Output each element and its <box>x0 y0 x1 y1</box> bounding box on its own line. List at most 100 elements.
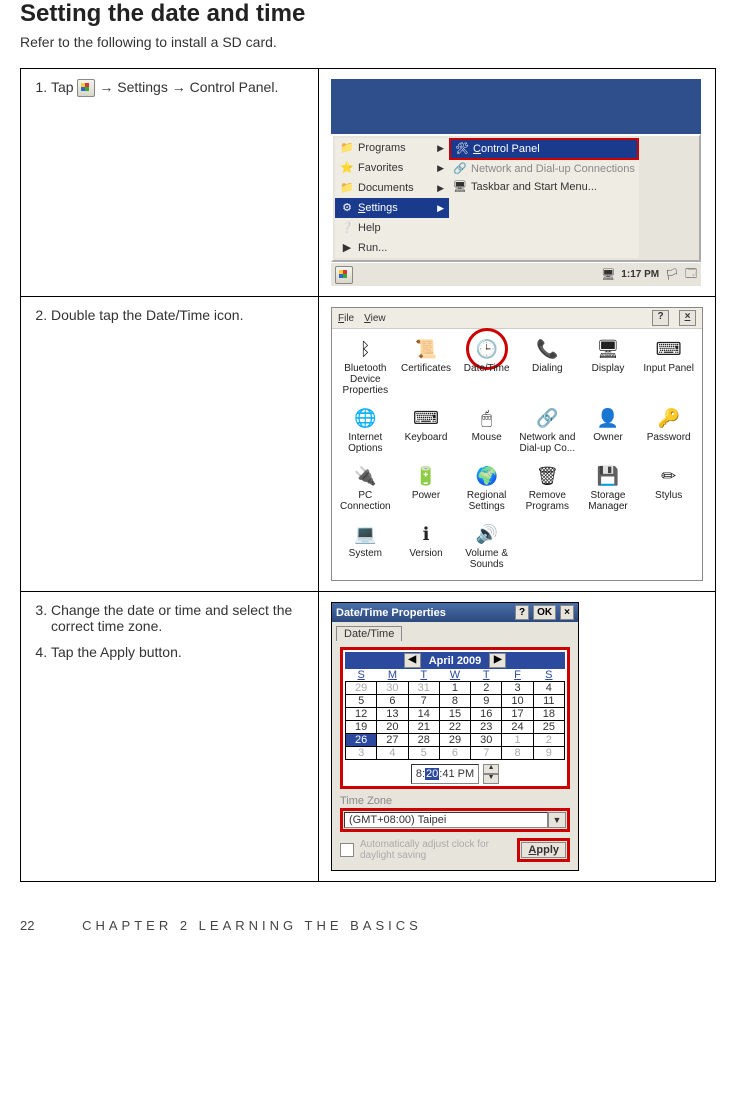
cal-day[interactable]: 8 <box>439 695 470 708</box>
dst-checkbox[interactable] <box>340 843 354 857</box>
submenu-taskbar[interactable]: 🖥Taskbar and Start Menu... <box>449 178 639 196</box>
submenu-network[interactable]: 🔗Network and Dial-up Connections <box>449 160 639 178</box>
menu-help[interactable]: ❔Help <box>335 218 449 238</box>
cal-day[interactable]: 8 <box>502 747 533 760</box>
cal-day[interactable]: 9 <box>471 695 502 708</box>
time-spin-up[interactable]: ▲ <box>483 764 499 774</box>
cal-day[interactable]: 3 <box>346 747 377 760</box>
taskbar-start-icon[interactable] <box>335 266 353 284</box>
cp-item-bluetooth-device-properties[interactable]: ᛒBluetooth Device Properties <box>336 335 395 396</box>
cal-day[interactable]: 4 <box>377 747 408 760</box>
cal-day[interactable]: 2 <box>471 682 502 695</box>
cal-day[interactable]: 6 <box>377 695 408 708</box>
cal-day[interactable]: 20 <box>377 721 408 734</box>
cal-day[interactable]: 12 <box>346 708 377 721</box>
instruction-table: Tap → Settings → Control Panel. 📁Program… <box>20 68 716 882</box>
cp-item-display[interactable]: 🖥Display <box>579 335 638 396</box>
cal-day[interactable]: 24 <box>502 721 533 734</box>
submenu-control-panel[interactable]: 🛠Control Panel <box>449 138 639 160</box>
menu-documents[interactable]: 📁Documents▶ <box>335 178 449 198</box>
cp-item-dialing[interactable]: 📞Dialing <box>518 335 577 396</box>
help-button[interactable]: ? <box>652 310 669 326</box>
cal-day[interactable]: 5 <box>408 747 439 760</box>
cp-item-version[interactable]: ℹVersion <box>397 520 456 570</box>
cp-item-owner[interactable]: 👤Owner <box>579 404 638 454</box>
cal-day[interactable]: 18 <box>533 708 564 721</box>
apply-button[interactable]: Apply <box>521 842 566 858</box>
cal-prev-month[interactable]: ◀ <box>404 653 421 668</box>
tab-datetime[interactable]: Date/Time <box>336 626 402 641</box>
cal-day[interactable]: 10 <box>502 695 533 708</box>
cp-item-keyboard[interactable]: ⌨Keyboard <box>397 404 456 454</box>
cal-day[interactable]: 5 <box>346 695 377 708</box>
time-input[interactable]: 8:20:41 PM <box>411 764 479 784</box>
cal-day[interactable]: 23 <box>471 721 502 734</box>
cal-day[interactable]: 16 <box>471 708 502 721</box>
cp-menu-view[interactable]: View <box>364 313 386 324</box>
timezone-select[interactable]: (GMT+08:00) Taipei <box>344 812 548 828</box>
calendar-grid[interactable]: SMTWTFS 29303112345678910111213141516171… <box>345 669 565 760</box>
cal-day[interactable]: 21 <box>408 721 439 734</box>
show-desktop-icon[interactable]: 🗔 <box>685 265 697 284</box>
cal-next-month[interactable]: ▶ <box>489 653 506 668</box>
close-button[interactable]: × <box>679 310 696 326</box>
cal-day[interactable]: 29 <box>346 682 377 695</box>
cal-day[interactable]: 14 <box>408 708 439 721</box>
cp-item-stylus[interactable]: ✏Stylus <box>639 462 698 512</box>
cp-icon: 🔗 <box>533 404 561 432</box>
dialog-help-button[interactable]: ? <box>515 605 529 620</box>
cal-day[interactable]: 28 <box>408 734 439 747</box>
cp-label: PC Connection <box>336 490 395 512</box>
cal-day[interactable]: 1 <box>439 682 470 695</box>
cp-item-power[interactable]: 🔋Power <box>397 462 456 512</box>
cal-day[interactable]: 15 <box>439 708 470 721</box>
cp-item-network-and-dial-up-co[interactable]: 🔗Network and Dial-up Co... <box>518 404 577 454</box>
cp-item-certificates[interactable]: 📜Certificates <box>397 335 456 396</box>
cp-item-system[interactable]: 💻System <box>336 520 395 570</box>
menu-favorites[interactable]: ⭐Favorites▶ <box>335 158 449 178</box>
cal-day[interactable]: 22 <box>439 721 470 734</box>
cal-day[interactable]: 30 <box>471 734 502 747</box>
page-heading: Setting the date and time <box>20 0 716 28</box>
cp-item-input-panel[interactable]: ⌨Input Panel <box>639 335 698 396</box>
cal-day[interactable]: 25 <box>533 721 564 734</box>
cal-day[interactable]: 17 <box>502 708 533 721</box>
cal-day[interactable]: 29 <box>439 734 470 747</box>
cal-day[interactable]: 26 <box>346 734 377 747</box>
cal-day[interactable]: 19 <box>346 721 377 734</box>
cal-day[interactable]: 13 <box>377 708 408 721</box>
cp-label: Mouse <box>472 432 502 443</box>
cp-item-storage-manager[interactable]: 💾Storage Manager <box>579 462 638 512</box>
cal-day[interactable]: 7 <box>471 747 502 760</box>
cal-day[interactable]: 3 <box>502 682 533 695</box>
menu-programs[interactable]: 📁Programs▶ <box>335 138 449 158</box>
cp-item-volume-sounds[interactable]: 🔊Volume & Sounds <box>457 520 516 570</box>
cal-day[interactable]: 27 <box>377 734 408 747</box>
cp-icon: ℹ <box>412 520 440 548</box>
cal-day[interactable]: 4 <box>533 682 564 695</box>
cp-item-mouse[interactable]: 🖱Mouse <box>457 404 516 454</box>
cal-day[interactable]: 30 <box>377 682 408 695</box>
cal-day[interactable]: 1 <box>502 734 533 747</box>
dialog-close-button[interactable]: × <box>560 605 574 620</box>
cp-item-internet-options[interactable]: 🌐Internet Options <box>336 404 395 454</box>
cp-item-password[interactable]: 🔑Password <box>639 404 698 454</box>
cp-menu-file[interactable]: File <box>338 313 354 324</box>
cp-item-date-time[interactable]: 🕒Date/Time <box>457 335 516 396</box>
cal-day[interactable]: 2 <box>533 734 564 747</box>
dialog-ok-button[interactable]: OK <box>533 605 556 620</box>
timezone-dropdown-arrow[interactable]: ▼ <box>548 812 566 828</box>
cal-day[interactable]: 7 <box>408 695 439 708</box>
cal-day[interactable]: 31 <box>408 682 439 695</box>
cp-item-remove-programs[interactable]: 🗑Remove Programs <box>518 462 577 512</box>
cp-item-pc-connection[interactable]: 🔌PC Connection <box>336 462 395 512</box>
cp-item-regional-settings[interactable]: 🌍Regional Settings <box>457 462 516 512</box>
tray-icon[interactable]: 🖥 <box>601 268 615 281</box>
tray-icon-2[interactable]: 🏳 <box>665 268 679 281</box>
cal-day[interactable]: 6 <box>439 747 470 760</box>
cal-day[interactable]: 9 <box>533 747 564 760</box>
time-spin-down[interactable]: ▼ <box>483 774 499 784</box>
menu-settings[interactable]: ⚙Settings▶ <box>335 198 449 218</box>
menu-run[interactable]: ▶Run... <box>335 238 449 258</box>
cal-day[interactable]: 11 <box>533 695 564 708</box>
